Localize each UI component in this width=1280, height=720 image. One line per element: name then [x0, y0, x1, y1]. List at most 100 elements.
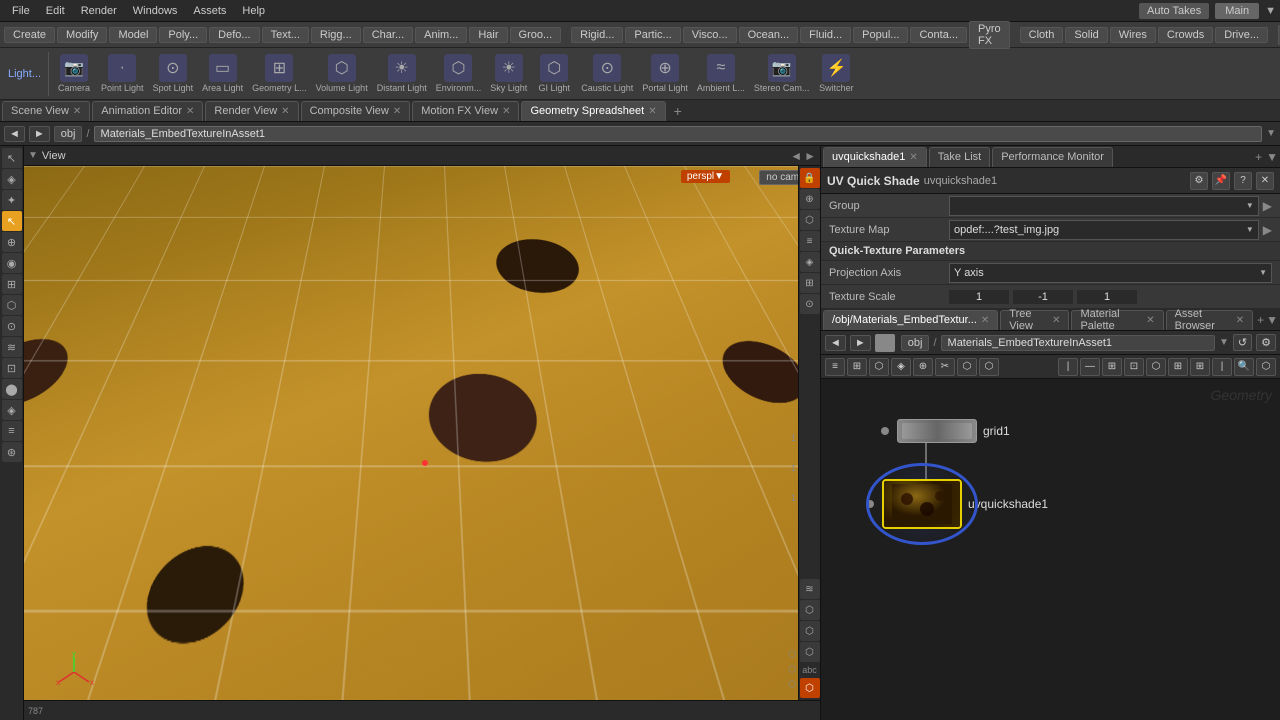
uvqs-settings-btn[interactable]: ⚙ [1190, 172, 1208, 190]
vp-rt-8[interactable]: ⬡ [800, 600, 820, 620]
vp-rt-3[interactable]: ≡ [800, 231, 820, 251]
node-path-dropdown[interactable]: ▼ [1219, 337, 1229, 348]
node-uvqs-box[interactable] [882, 479, 962, 529]
node-tab-matpalette-close[interactable]: ✕ [1146, 315, 1154, 326]
node-path-refresh[interactable]: ↺ [1233, 334, 1252, 351]
node-grid1[interactable]: grid1 [881, 419, 1010, 443]
tab-add-btn[interactable]: + [668, 101, 688, 121]
prop-texscale-z[interactable]: 1 [1077, 290, 1137, 304]
prop-texmap-expand[interactable]: ▶ [1263, 223, 1272, 237]
left-tool-3[interactable]: ⊕ [2, 232, 22, 252]
node-tb-12[interactable]: ⬡ [1146, 358, 1166, 376]
node-tab-materials-close[interactable]: ✕ [981, 315, 989, 326]
left-tool-5[interactable]: ⊞ [2, 274, 22, 294]
rpanel-tab-perfmon[interactable]: Performance Monitor [992, 147, 1113, 167]
tool-distant-light[interactable]: ☀ Distant Light [373, 52, 431, 95]
left-tool-11[interactable]: ◈ [2, 400, 22, 420]
node-tb-13[interactable]: ⊞ [1168, 358, 1188, 376]
tool-point-light[interactable]: · Point Light [97, 52, 148, 95]
path-fwd-btn[interactable]: ► [29, 126, 50, 142]
rpanel-tab-uvqs[interactable]: uvquickshade1 ✕ [823, 147, 927, 167]
node-tab-assetbrowser[interactable]: Asset Browser ✕ [1166, 310, 1254, 330]
node-tb-last[interactable]: ⬡ [1256, 358, 1276, 376]
tb1-groo[interactable]: Groo... [510, 27, 562, 43]
path-back-btn[interactable]: ◄ [4, 126, 25, 142]
node-path-back[interactable]: ◄ [825, 335, 846, 351]
tool-spot-light[interactable]: ⊙ Spot Light [149, 52, 198, 95]
tb1-anim[interactable]: Anim... [415, 27, 467, 43]
tb1-visco[interactable]: Visco... [683, 27, 737, 43]
left-tool-1[interactable]: ◈ [2, 169, 22, 189]
tb1-hair[interactable]: Hair [469, 27, 507, 43]
auto-takes-button[interactable]: Auto Takes [1139, 3, 1209, 19]
tab-render-view-close[interactable]: ✕ [281, 106, 289, 117]
node-tb-9[interactable]: — [1080, 358, 1100, 376]
node-tb-11[interactable]: ⊡ [1124, 358, 1144, 376]
section-quick-texture[interactable]: Quick-Texture Parameters [821, 242, 1280, 261]
left-tool-select[interactable]: ↖ [2, 148, 22, 168]
uvqs-pin-btn[interactable]: 📌 [1212, 172, 1230, 190]
tb1-crowds[interactable]: Crowds [1158, 27, 1213, 43]
vp-rt-last[interactable]: ⬡ [800, 678, 820, 698]
tab-motion-fx-close[interactable]: ✕ [502, 106, 510, 117]
vp-rt-9[interactable]: ⬡ [800, 621, 820, 641]
left-tool-7[interactable]: ⊙ [2, 316, 22, 336]
node-tab-materials[interactable]: /obj/Materials_EmbedTextur... ✕ [823, 310, 998, 330]
rpanel-tab-takelist[interactable]: Take List [929, 147, 990, 167]
left-tool-2[interactable]: ✦ [2, 190, 22, 210]
node-tb-list[interactable]: ≡ [825, 358, 845, 376]
vp-rt-7[interactable]: ≋ [800, 579, 820, 599]
left-tool-13[interactable]: ⊛ [2, 442, 22, 462]
vp-rt-4[interactable]: ◈ [800, 252, 820, 272]
tab-motion-fx[interactable]: Motion FX View ✕ [412, 101, 519, 121]
menu-file[interactable]: File [4, 3, 38, 19]
uvqs-close-btn[interactable]: ✕ [1256, 172, 1274, 190]
left-tool-9[interactable]: ⊡ [2, 358, 22, 378]
node-tb-4[interactable]: ◈ [891, 358, 911, 376]
tool-ambient-light[interactable]: ≈ Ambient L... [693, 52, 749, 95]
tab-geometry-spreadsheet[interactable]: Geometry Spreadsheet ✕ [521, 101, 665, 121]
node-tb-8[interactable]: ⬡ [979, 358, 999, 376]
node-tb-3[interactable]: ⬡ [869, 358, 889, 376]
vp-rt-6[interactable]: ⊙ [800, 294, 820, 314]
node-tab-add[interactable]: + [1257, 313, 1264, 327]
tb1-model[interactable]: Model [109, 27, 157, 43]
tb1-conta[interactable]: Conta... [910, 27, 967, 43]
node-canvas[interactable]: Geometry grid1 [821, 379, 1280, 720]
tb1-char[interactable]: Char... [363, 27, 413, 43]
vp-bc-2[interactable]: ⬡ [788, 664, 796, 675]
tb1-pyrofx[interactable]: Pyro FX [969, 21, 1010, 49]
tool-area-light[interactable]: ▭ Area Light [198, 52, 247, 95]
node-tb-search[interactable]: 🔍 [1234, 358, 1254, 376]
node-tb-5[interactable]: ⊕ [913, 358, 933, 376]
node-tb-10[interactable]: ⊞ [1102, 358, 1122, 376]
viewport-canvas[interactable]: perspl▼ no cam▼ x x y 🔒 ⊕ ⬡ [24, 166, 820, 700]
tool-env-light[interactable]: ⬡ Environm... [432, 52, 486, 95]
node-grid1-box[interactable] [897, 419, 977, 443]
menu-windows[interactable]: Windows [125, 3, 186, 19]
tool-camera[interactable]: 📷 Camera [52, 52, 96, 95]
node-tab-treeview-close[interactable]: ✕ [1052, 315, 1060, 326]
rpanel-tab-more[interactable]: ▼ [1266, 150, 1278, 164]
left-tool-10[interactable]: ⬤ [2, 379, 22, 399]
menu-edit[interactable]: Edit [38, 3, 73, 19]
tb1-drive[interactable]: Drive... [1215, 27, 1268, 43]
tb1-rigid[interactable]: Rigid... [571, 27, 623, 43]
tab-composite-view[interactable]: Composite View ✕ [301, 101, 411, 121]
left-tool-8[interactable]: ≋ [2, 337, 22, 357]
node-tb-6[interactable]: ✂ [935, 358, 955, 376]
node-uvquickshade1[interactable]: uvquickshade1 [866, 479, 1048, 529]
perspective-button[interactable]: perspl▼ [681, 170, 730, 183]
main-button[interactable]: Main [1215, 3, 1259, 19]
left-tool-active[interactable]: ↖ [2, 211, 22, 231]
vp-rt-5[interactable]: ⊞ [800, 273, 820, 293]
vp-rt-2[interactable]: ⬡ [800, 210, 820, 230]
tool-gi-light[interactable]: ⬡ GI Light [532, 52, 576, 95]
tool-stereo-cam[interactable]: 📷 Stereo Cam... [750, 52, 814, 95]
prop-group-expand[interactable]: ▶ [1263, 199, 1272, 213]
tab-scene-view[interactable]: Scene View ✕ [2, 101, 90, 121]
prop-projaxis-dropdown[interactable]: Y axis ▼ [949, 263, 1272, 283]
tool-caustic-light[interactable]: ⊙ Caustic Light [577, 52, 637, 95]
vp-rt-1[interactable]: ⊕ [800, 189, 820, 209]
vp-rt-lock[interactable]: 🔒 [800, 168, 820, 188]
